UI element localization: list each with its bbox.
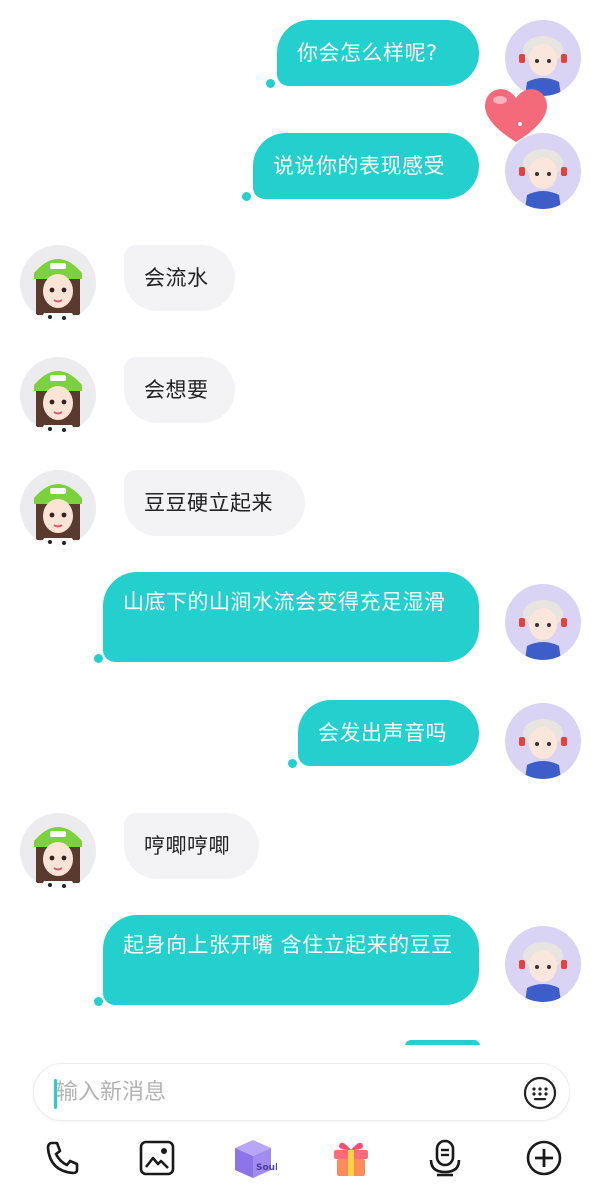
add-button[interactable] [519, 1133, 569, 1183]
outgoing-bubble[interactable]: 山底下的山涧水流会变得充足湿滑 [103, 572, 479, 662]
my-avatar[interactable] [505, 703, 581, 779]
soul-box-button[interactable]: Soul [228, 1133, 278, 1183]
chat-message-list[interactable]: 你会怎么样呢? 说说你的表现感受 会流水 会想要 豆豆硬立起来 山底下的山涧水流… [0, 0, 603, 1045]
incoming-bubble[interactable]: 哼唧哼唧 [124, 813, 259, 879]
bubble-tail-dot [94, 997, 103, 1006]
my-avatar[interactable] [505, 584, 581, 660]
phone-button[interactable] [37, 1133, 87, 1183]
message-text: 哼唧哼唧 [144, 834, 230, 858]
bubble-tail-dot [94, 654, 103, 663]
gift-button[interactable] [326, 1133, 376, 1183]
message-text: 会流水 [144, 266, 209, 290]
incoming-bubble[interactable]: 会想要 [124, 357, 235, 423]
gift-icon [334, 1142, 368, 1176]
composer-bar: 输入新消息 Soul [0, 1045, 603, 1200]
keyboard-icon[interactable] [523, 1076, 557, 1110]
contact-avatar[interactable] [20, 470, 96, 546]
bubble-tail-dot [266, 79, 275, 88]
svg-text:Soul: Soul [256, 1163, 277, 1173]
outgoing-bubble[interactable]: 你会怎么样呢? [277, 20, 479, 86]
incoming-bubble[interactable]: 会流水 [124, 245, 235, 311]
contact-avatar[interactable] [20, 813, 96, 889]
my-avatar[interactable] [505, 133, 581, 209]
bubble-tail-dot [242, 192, 251, 201]
outgoing-bubble[interactable]: 会发出声音吗 [298, 700, 479, 766]
bubble-tail-dot [288, 759, 297, 768]
message-text: 会想要 [144, 378, 209, 402]
message-text: 豆豆硬立起来 [144, 491, 273, 515]
message-text: 山底下的山涧水流会变得充足湿滑 [123, 590, 446, 614]
incoming-bubble[interactable]: 豆豆硬立起来 [124, 470, 305, 536]
contact-avatar[interactable] [20, 357, 96, 433]
image-button[interactable] [132, 1133, 182, 1183]
voice-button[interactable] [420, 1133, 470, 1183]
outgoing-bubble[interactable]: 说说你的表现感受 [253, 133, 479, 199]
soul-box-icon: Soul [235, 1140, 277, 1178]
phone-icon [46, 1141, 79, 1175]
message-text: 你会怎么样呢? [297, 41, 438, 65]
voice-icon [429, 1139, 461, 1177]
contact-avatar[interactable] [20, 245, 96, 321]
message-text: 会发出声音吗 [318, 721, 447, 745]
outgoing-bubble[interactable]: 起身向上张开嘴 含住立起来的豆豆 [103, 915, 479, 1005]
my-avatar[interactable] [505, 926, 581, 1002]
image-icon [139, 1140, 175, 1176]
message-input[interactable]: 输入新消息 [33, 1063, 570, 1121]
message-input-placeholder: 输入新消息 [56, 1080, 167, 1105]
add-icon [526, 1140, 562, 1176]
message-text: 起身向上张开嘴 含住立起来的豆豆 [123, 933, 453, 957]
message-text: 说说你的表现感受 [273, 154, 445, 178]
